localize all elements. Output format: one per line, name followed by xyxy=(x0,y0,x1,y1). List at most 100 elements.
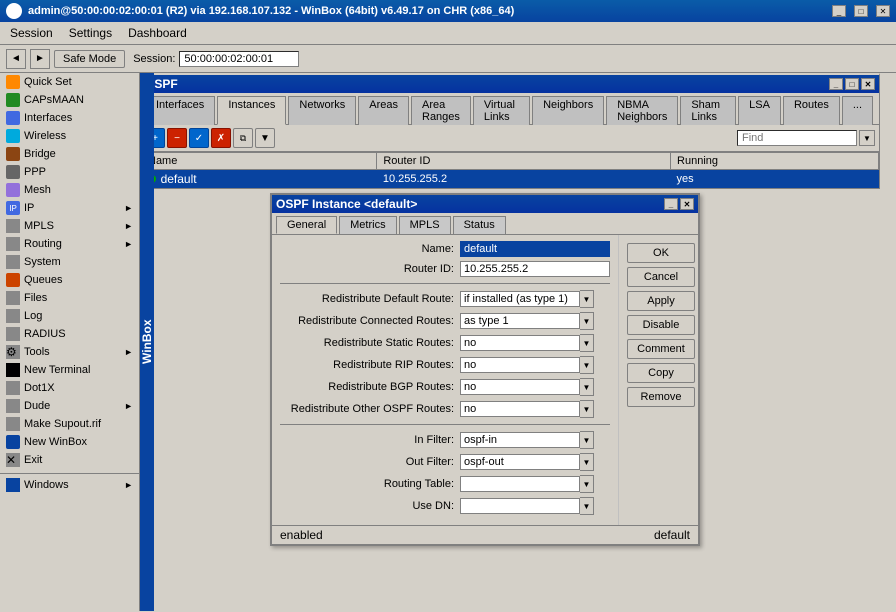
form-row-name: Name: xyxy=(280,241,610,257)
menu-session[interactable]: Session xyxy=(4,24,59,42)
routing-table-select[interactable] xyxy=(460,476,580,492)
dialog-tab-metrics[interactable]: Metrics xyxy=(339,216,396,234)
sidebar-item-radius[interactable]: RADIUS xyxy=(0,325,139,343)
tab-networks[interactable]: Networks xyxy=(288,96,356,125)
redistribute-static-select[interactable]: no xyxy=(460,335,580,351)
disable-button[interactable]: Disable xyxy=(627,315,695,335)
sidebar-item-exit[interactable]: ✕ Exit xyxy=(0,451,139,469)
tab-routes[interactable]: Routes xyxy=(783,96,840,125)
sidebar-item-ppp[interactable]: PPP xyxy=(0,163,139,181)
routing-table-arrow[interactable]: ▼ xyxy=(580,475,594,493)
remove-button[interactable]: − xyxy=(167,128,187,148)
remove-button[interactable]: Remove xyxy=(627,387,695,407)
minimize-button[interactable]: _ xyxy=(832,5,846,17)
dialog-tab-status[interactable]: Status xyxy=(453,216,506,234)
tab-more[interactable]: ... xyxy=(842,96,873,125)
tab-sham-links[interactable]: Sham Links xyxy=(680,96,736,125)
redistribute-default-select[interactable]: if installed (as type 1) xyxy=(460,291,580,307)
maximize-button[interactable]: □ xyxy=(854,5,868,17)
disable-button[interactable]: ✗ xyxy=(211,128,231,148)
sidebar-item-interfaces[interactable]: Interfaces xyxy=(0,109,139,127)
menu-settings[interactable]: Settings xyxy=(63,24,118,42)
redistribute-bgp-arrow[interactable]: ▼ xyxy=(580,378,594,396)
redistribute-bgp-select[interactable]: no xyxy=(460,379,580,395)
find-input[interactable] xyxy=(737,130,857,146)
safe-mode-button[interactable]: Safe Mode xyxy=(54,50,125,68)
router-id-input[interactable] xyxy=(460,261,610,277)
sidebar-item-make-supout[interactable]: Make Supout.rif xyxy=(0,415,139,433)
out-filter-select[interactable]: ospf-out xyxy=(460,454,580,470)
redistribute-default-arrow[interactable]: ▼ xyxy=(580,290,594,308)
ospf-minimize-button[interactable]: _ xyxy=(829,78,843,90)
use-dn-arrow[interactable]: ▼ xyxy=(580,497,594,515)
ospf-close-button[interactable]: ✕ xyxy=(861,78,875,90)
redistribute-other-arrow[interactable]: ▼ xyxy=(580,400,594,418)
dialog-tab-general[interactable]: General xyxy=(276,216,337,234)
sidebar-item-quick-set[interactable]: Quick Set xyxy=(0,73,139,91)
session-input[interactable] xyxy=(179,51,299,67)
use-dn-label: Use DN: xyxy=(280,500,460,512)
sidebar-item-tools[interactable]: ⚙ Tools ► xyxy=(0,343,139,361)
menu-dashboard[interactable]: Dashboard xyxy=(122,24,193,42)
instance-close-button[interactable]: ✕ xyxy=(680,198,694,210)
dialog-tab-mpls[interactable]: MPLS xyxy=(399,216,451,234)
redistribute-static-arrow[interactable]: ▼ xyxy=(580,334,594,352)
forward-button[interactable]: ► xyxy=(30,49,50,69)
sidebar-item-mesh[interactable]: Mesh xyxy=(0,181,139,199)
sidebar-item-mpls[interactable]: MPLS ► xyxy=(0,217,139,235)
col-running[interactable]: Running xyxy=(671,153,879,170)
tab-neighbors[interactable]: Neighbors xyxy=(532,96,604,125)
in-filter-select[interactable]: ospf-in xyxy=(460,432,580,448)
redistribute-other-select[interactable]: no xyxy=(460,401,580,417)
sidebar-label-dot1x: Dot1X xyxy=(24,382,55,394)
enable-button[interactable]: ✓ xyxy=(189,128,209,148)
back-button[interactable]: ◄ xyxy=(6,49,26,69)
copy-button[interactable]: Copy xyxy=(627,363,695,383)
table-row[interactable]: default 10.255.255.2 yes xyxy=(142,170,879,189)
instance-minimize-button[interactable]: _ xyxy=(664,198,678,210)
use-dn-select[interactable] xyxy=(460,498,580,514)
sidebar-item-windows[interactable]: Windows ► xyxy=(0,476,139,494)
redistribute-connected-arrow[interactable]: ▼ xyxy=(580,312,594,330)
sidebar-item-bridge[interactable]: Bridge xyxy=(0,145,139,163)
tab-area-ranges[interactable]: Area Ranges xyxy=(411,96,471,125)
copy-button[interactable]: ⧉ xyxy=(233,128,253,148)
tab-instances[interactable]: Instances xyxy=(217,96,286,125)
cancel-button[interactable]: Cancel xyxy=(627,267,695,287)
sidebar-item-dot1x[interactable]: Dot1X xyxy=(0,379,139,397)
ospf-maximize-button[interactable]: □ xyxy=(845,78,859,90)
sidebar-item-system[interactable]: System xyxy=(0,253,139,271)
sidebar-item-capsman[interactable]: CAPsMAAN xyxy=(0,91,139,109)
comment-button[interactable]: Comment xyxy=(627,339,695,359)
close-button[interactable]: ✕ xyxy=(876,5,890,17)
tab-areas[interactable]: Areas xyxy=(358,96,409,125)
sidebar-item-log[interactable]: Log xyxy=(0,307,139,325)
apply-button[interactable]: Apply xyxy=(627,291,695,311)
sidebar-item-dude[interactable]: Dude ► xyxy=(0,397,139,415)
sidebar-item-queues[interactable]: Queues xyxy=(0,271,139,289)
find-arrow-button[interactable]: ▼ xyxy=(859,130,875,146)
sidebar-label-mesh: Mesh xyxy=(24,184,51,196)
col-router-id[interactable]: Router ID xyxy=(377,153,671,170)
redistribute-connected-select[interactable]: as type 1 xyxy=(460,313,580,329)
name-input[interactable] xyxy=(460,241,610,257)
col-name[interactable]: Name xyxy=(142,153,377,170)
sidebar-item-wireless[interactable]: Wireless xyxy=(0,127,139,145)
filter-button[interactable]: ▼ xyxy=(255,128,275,148)
sidebar-item-new-terminal[interactable]: New Terminal xyxy=(0,361,139,379)
redistribute-rip-arrow[interactable]: ▼ xyxy=(580,356,594,374)
tab-lsa[interactable]: LSA xyxy=(738,96,781,125)
out-filter-arrow[interactable]: ▼ xyxy=(580,453,594,471)
sidebar-item-new-winbox[interactable]: New WinBox xyxy=(0,433,139,451)
in-filter-arrow[interactable]: ▼ xyxy=(580,431,594,449)
mpls-arrow-icon: ► xyxy=(124,221,133,231)
tab-virtual-links[interactable]: Virtual Links xyxy=(473,96,530,125)
sidebar-item-files[interactable]: Files xyxy=(0,289,139,307)
tab-nbma-neighbors[interactable]: NBMA Neighbors xyxy=(606,96,678,125)
tab-interfaces[interactable]: Interfaces xyxy=(145,96,215,125)
ppp-icon xyxy=(6,165,20,179)
sidebar-item-ip[interactable]: IP IP ► xyxy=(0,199,139,217)
ok-button[interactable]: OK xyxy=(627,243,695,263)
sidebar-item-routing[interactable]: Routing ► xyxy=(0,235,139,253)
redistribute-rip-select[interactable]: no xyxy=(460,357,580,373)
